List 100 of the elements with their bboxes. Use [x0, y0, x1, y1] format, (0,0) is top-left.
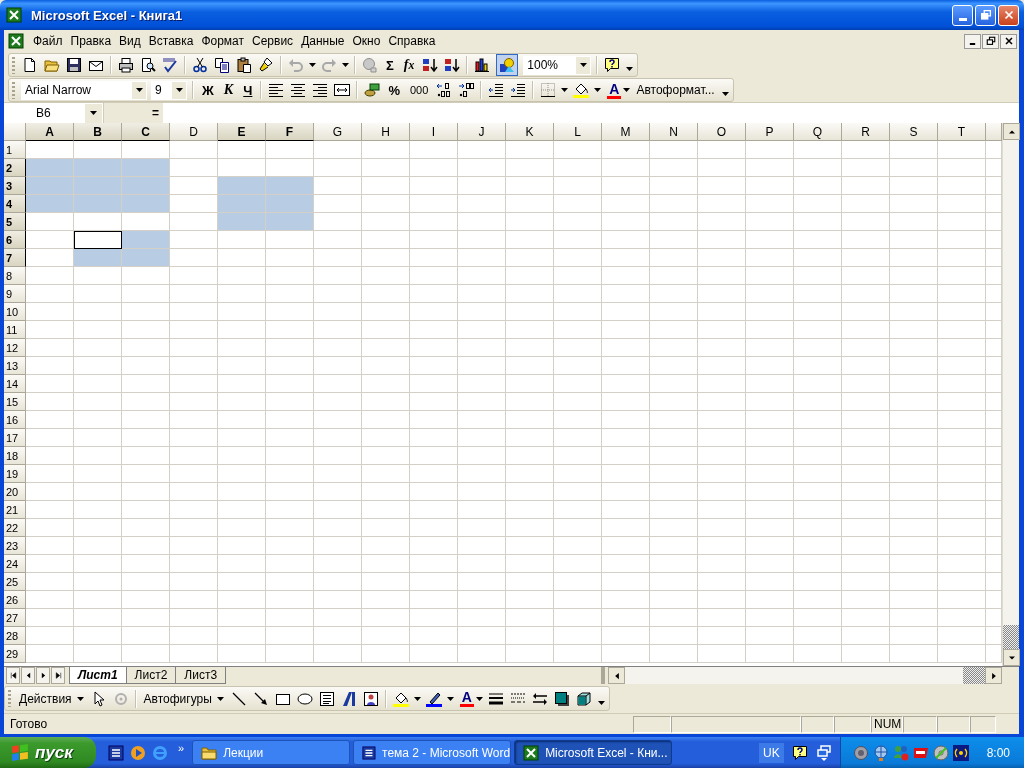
- arrow-icon[interactable]: [252, 690, 269, 707]
- overflow-button[interactable]: »: [178, 741, 185, 754]
- close-button[interactable]: [1000, 33, 1017, 49]
- italic-button[interactable]: К: [218, 79, 239, 101]
- speaker-icon[interactable]: [852, 744, 869, 761]
- printer-icon[interactable]: [118, 57, 134, 73]
- caret-icon[interactable]: [561, 88, 569, 92]
- increase-indent-icon[interactable]: [510, 82, 527, 98]
- column-header[interactable]: G: [314, 123, 362, 142]
- column-header[interactable]: D: [170, 123, 218, 142]
- column-header[interactable]: T: [938, 123, 986, 142]
- cut-icon[interactable]: [192, 57, 208, 73]
- autoformat-button[interactable]: Автоформат...: [632, 79, 719, 101]
- align-right-icon[interactable]: [312, 82, 329, 98]
- caret-icon[interactable]: [579, 63, 587, 67]
- percent-button[interactable]: %: [383, 79, 405, 101]
- actions-menu[interactable]: Действия: [15, 687, 88, 710]
- shadow-icon[interactable]: [554, 690, 570, 707]
- sheet-tab[interactable]: Лист3: [175, 667, 227, 685]
- text-box-icon[interactable]: [318, 690, 335, 707]
- menu-item[interactable]: Вставка: [144, 32, 198, 50]
- row-header[interactable]: 23: [4, 537, 26, 556]
- column-header[interactable]: R: [842, 123, 890, 142]
- spreadsheet-icon[interactable]: [8, 33, 24, 49]
- row-header[interactable]: 20: [4, 483, 26, 502]
- start-button[interactable]: пуск: [0, 737, 96, 768]
- oval-icon[interactable]: [296, 690, 313, 707]
- caret-icon[interactable]: [175, 88, 183, 92]
- save-icon[interactable]: [66, 57, 82, 73]
- row-header[interactable]: 2: [4, 159, 26, 178]
- decrease-indent-icon[interactable]: [488, 82, 505, 98]
- checkmark-icon[interactable]: [162, 57, 178, 73]
- menu-item[interactable]: Данные: [297, 32, 349, 50]
- last-sheet-button[interactable]: [51, 667, 65, 685]
- column-header[interactable]: H: [362, 123, 410, 142]
- caret-icon[interactable]: [216, 696, 224, 701]
- new-document-icon[interactable]: [22, 57, 38, 73]
- caret-icon[interactable]: [623, 88, 631, 92]
- paint-bucket-icon[interactable]: [573, 82, 590, 98]
- align-left-icon[interactable]: [268, 82, 285, 98]
- sheet-tab[interactable]: Лист1: [69, 667, 127, 685]
- wordart-icon[interactable]: [340, 690, 357, 707]
- row-header[interactable]: 26: [4, 591, 26, 610]
- row-header[interactable]: 15: [4, 393, 26, 412]
- bold-button[interactable]: Ж: [197, 79, 219, 101]
- shapes-icon[interactable]: [496, 54, 519, 76]
- pen-icon[interactable]: [425, 690, 442, 707]
- menu-item[interactable]: Справка: [384, 32, 440, 50]
- taskbar-button[interactable]: Microsoft Excel - Кни...: [514, 740, 673, 765]
- row-header[interactable]: 27: [4, 609, 26, 628]
- globe-icon[interactable]: [362, 57, 378, 73]
- caret-icon[interactable]: [76, 696, 84, 701]
- sort-descending-icon[interactable]: [444, 57, 461, 73]
- menu-item[interactable]: Файл: [29, 32, 67, 50]
- autoshapes-menu[interactable]: Автофигуры: [139, 687, 228, 710]
- row-header[interactable]: 19: [4, 465, 26, 484]
- column-header[interactable]: J: [458, 123, 506, 142]
- increase-decimal-icon[interactable]: [436, 82, 453, 98]
- column-header[interactable]: E: [218, 123, 266, 142]
- column-header[interactable]: I: [410, 123, 458, 142]
- help-icon[interactable]: [791, 744, 808, 761]
- paint-bucket-icon[interactable]: [392, 690, 409, 707]
- row-header[interactable]: 12: [4, 339, 26, 358]
- font-size-dropdown[interactable]: 9: [151, 80, 187, 100]
- menu-item[interactable]: Правка: [66, 32, 116, 50]
- decrease-decimal-icon[interactable]: [458, 82, 475, 98]
- borders-icon[interactable]: [540, 82, 557, 98]
- scroll-up-button[interactable]: [1003, 123, 1020, 141]
- row-header[interactable]: 8: [4, 267, 26, 286]
- row-header[interactable]: 10: [4, 303, 26, 322]
- font-color-button[interactable]: A: [459, 690, 474, 708]
- row-header[interactable]: 5: [4, 213, 26, 232]
- align-center-icon[interactable]: [290, 82, 307, 98]
- column-header[interactable]: C: [122, 123, 170, 142]
- menu-item[interactable]: Окно: [348, 32, 385, 50]
- cube-icon[interactable]: [576, 690, 592, 707]
- column-header[interactable]: F: [266, 123, 314, 142]
- font-dropdown[interactable]: Arial Narrow: [21, 80, 147, 100]
- row-header[interactable]: 7: [4, 249, 26, 268]
- clip-art-icon[interactable]: [362, 690, 379, 707]
- column-header[interactable]: O: [698, 123, 746, 142]
- row-header[interactable]: 3: [4, 177, 26, 196]
- column-header[interactable]: K: [506, 123, 554, 142]
- scroll-right-button[interactable]: [985, 667, 1002, 685]
- row-header[interactable]: 1: [4, 141, 26, 160]
- row-header[interactable]: 22: [4, 519, 26, 538]
- row-header[interactable]: 6: [4, 231, 26, 250]
- wireless-icon[interactable]: [952, 744, 969, 761]
- menu-item[interactable]: Сервис: [248, 32, 298, 50]
- zoom-dropdown[interactable]: 100%: [523, 55, 592, 75]
- bar-chart-icon[interactable]: [474, 57, 491, 73]
- row-header[interactable]: 21: [4, 501, 26, 520]
- caret-icon[interactable]: [626, 67, 634, 71]
- caret-icon[interactable]: [309, 63, 316, 67]
- minimize-button[interactable]: [964, 33, 981, 49]
- windows-icon[interactable]: [815, 744, 832, 761]
- copy-icon[interactable]: [214, 57, 230, 73]
- column-header[interactable]: L: [554, 123, 602, 142]
- first-sheet-button[interactable]: [6, 667, 20, 685]
- caret-icon[interactable]: [342, 63, 349, 67]
